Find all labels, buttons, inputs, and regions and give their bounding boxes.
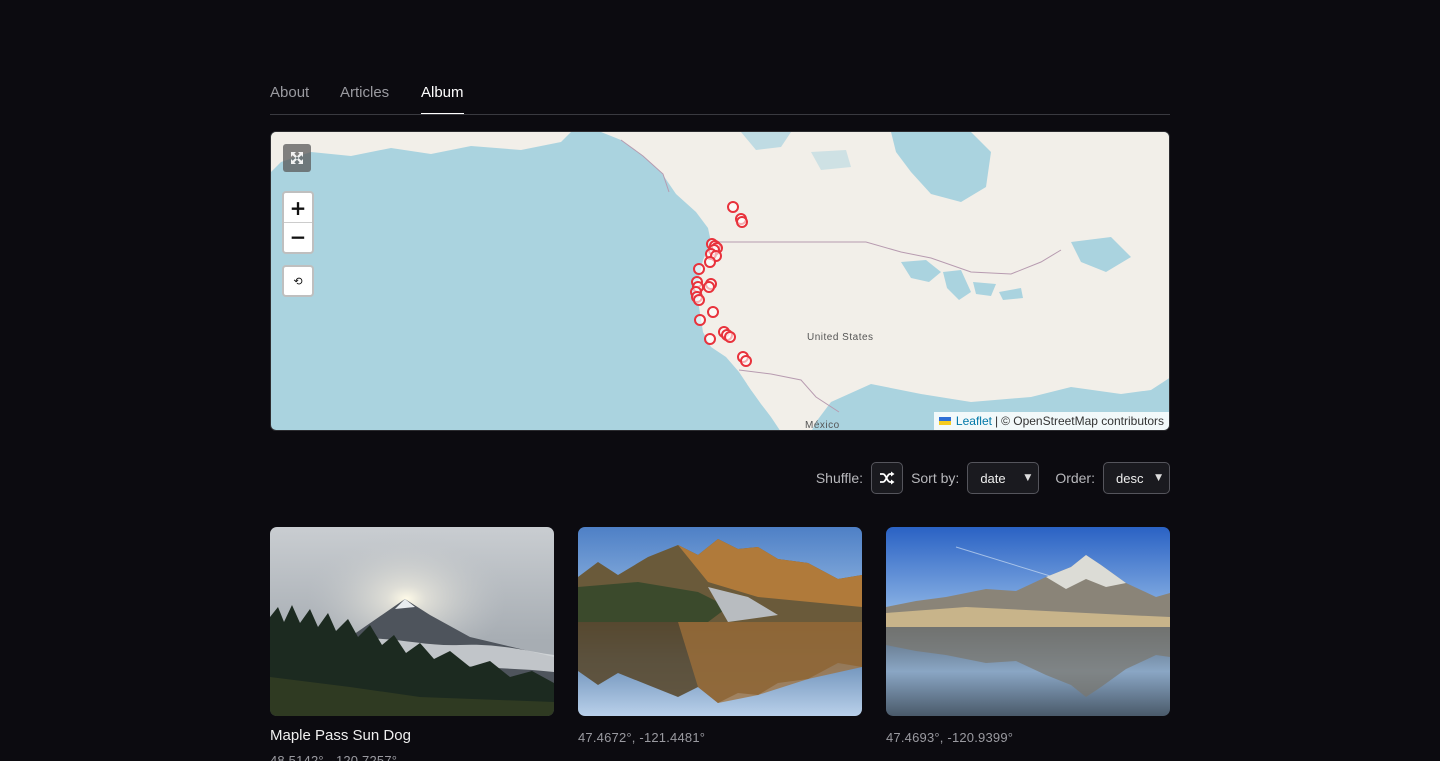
- photo-marker[interactable]: [704, 256, 716, 268]
- gallery-controls: Shuffle: Sort by: date ▼ Order: desc ▼: [816, 462, 1170, 494]
- zoom-in-button[interactable]: +: [284, 193, 312, 222]
- chevron-down-icon: ▼: [1155, 473, 1162, 483]
- shuffle-button[interactable]: [871, 462, 904, 494]
- tab-articles[interactable]: Articles: [340, 84, 389, 113]
- photo-card[interactable]: 47.4672°, -121.4481°: [578, 527, 862, 745]
- attribution-text: © OpenStreetMap contributors: [1001, 414, 1164, 428]
- section-tabs: About Articles Album: [270, 78, 1170, 115]
- attribution-separator: |: [994, 414, 999, 428]
- reset-icon: ⟲: [293, 274, 303, 288]
- photo-marker[interactable]: [740, 355, 752, 367]
- tab-about[interactable]: About: [270, 84, 309, 113]
- ukraine-flag-icon: [938, 417, 951, 425]
- tab-album[interactable]: Album: [421, 84, 464, 114]
- mountain-photo[interactable]: [270, 527, 554, 716]
- photo-marker[interactable]: [694, 314, 706, 326]
- chevron-down-icon: ▼: [1024, 473, 1032, 483]
- order-value: desc: [1116, 470, 1144, 486]
- photo-location-map[interactable]: United States México + − ⟲ Leaflet | © O…: [270, 131, 1170, 431]
- order-label: Order:: [1055, 470, 1095, 486]
- photo-markers-layer: [690, 201, 752, 367]
- leaflet-link[interactable]: Leaflet: [956, 414, 992, 428]
- photo-coordinates: 47.4693°, -120.9399°: [886, 730, 1014, 745]
- photo-marker[interactable]: [724, 331, 736, 343]
- expand-icon: [291, 152, 303, 164]
- photo-coordinates: 48.5142°, -120.7257°: [270, 753, 398, 761]
- photo-marker[interactable]: [704, 333, 716, 345]
- photo-marker[interactable]: [693, 294, 705, 306]
- photo-title: Maple Pass Sun Dog: [270, 727, 411, 744]
- photo-marker[interactable]: [693, 263, 705, 275]
- reset-view-button[interactable]: ⟲: [282, 265, 314, 297]
- shuffle-icon: [880, 471, 895, 485]
- sort-value: date: [980, 470, 1006, 486]
- order-select[interactable]: desc ▼: [1103, 462, 1170, 494]
- photo-card[interactable]: 47.4693°, -120.9399°: [886, 527, 1170, 745]
- map-label-united-states: United States: [807, 332, 874, 343]
- zoom-out-button[interactable]: −: [284, 222, 312, 251]
- photo-marker[interactable]: [703, 281, 715, 293]
- sort-select[interactable]: date ▼: [967, 462, 1040, 494]
- alpine-lake-photo[interactable]: [886, 527, 1170, 716]
- photo-marker[interactable]: [727, 201, 739, 213]
- fullscreen-button[interactable]: [283, 144, 311, 172]
- zoom-control: + −: [282, 191, 314, 254]
- map-label-mexico: México: [805, 420, 840, 431]
- photo-marker[interactable]: [707, 306, 719, 318]
- photo-coordinates: 47.4672°, -121.4481°: [578, 730, 706, 745]
- map-attribution: Leaflet | © OpenStreetMap contributors: [933, 412, 1169, 430]
- lake-reflection-photo[interactable]: [578, 527, 862, 716]
- sort-label: Sort by:: [911, 470, 960, 486]
- photo-marker[interactable]: [736, 216, 748, 228]
- photo-card[interactable]: Maple Pass Sun Dog 48.5142°, -120.7257°: [270, 527, 554, 761]
- shuffle-label: Shuffle:: [815, 470, 864, 486]
